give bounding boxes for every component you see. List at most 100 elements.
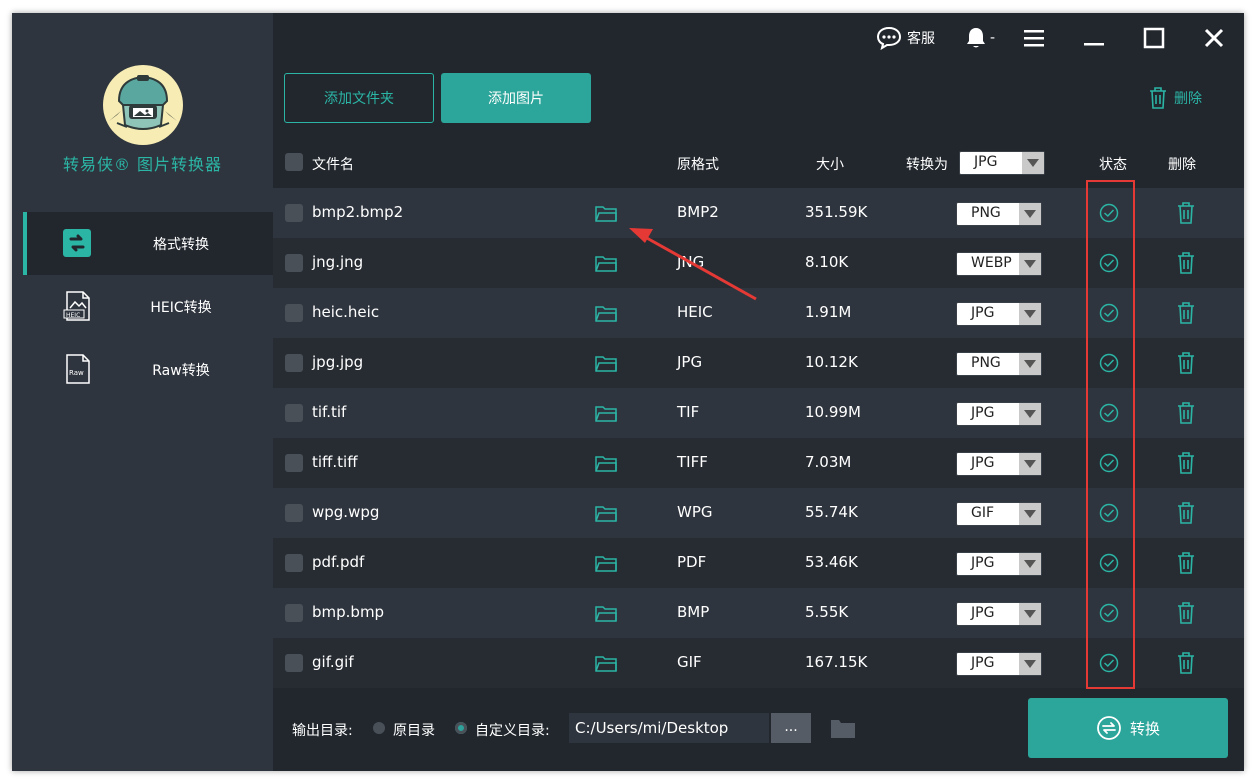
minimize-button[interactable] bbox=[1083, 25, 1105, 51]
user-account-button[interactable]: - bbox=[965, 25, 995, 51]
file-name: pdf.pdf bbox=[312, 553, 365, 571]
trash-icon[interactable] bbox=[1176, 302, 1196, 324]
raw-file-icon: Raw bbox=[66, 354, 90, 384]
radio-custom-dir[interactable] bbox=[455, 722, 467, 734]
convert-all-format-select[interactable]: JPG bbox=[959, 151, 1045, 175]
delete-label: 删除 bbox=[1174, 91, 1202, 107]
trash-icon[interactable] bbox=[1176, 452, 1196, 474]
select-value: JPG bbox=[971, 555, 995, 571]
sidebar: 转易侠® 图片转换器 格式转换 HEIC HEIC转换 Raw Raw转换 bbox=[12, 13, 273, 771]
trash-icon[interactable] bbox=[1176, 252, 1196, 274]
delete-all-button[interactable]: 删除 bbox=[1148, 85, 1202, 111]
svg-text:Raw: Raw bbox=[69, 369, 84, 377]
file-name: jng.jng bbox=[312, 253, 364, 271]
browse-button[interactable]: ... bbox=[771, 713, 811, 743]
select-all-checkbox[interactable] bbox=[285, 153, 303, 171]
trash-icon[interactable] bbox=[1176, 552, 1196, 574]
sidebar-item-label: 格式转换 bbox=[153, 237, 209, 253]
target-format-select[interactable]: JPG bbox=[956, 402, 1042, 426]
target-format-select[interactable]: GIF bbox=[956, 502, 1042, 526]
convert-button[interactable]: 转换 bbox=[1028, 698, 1228, 758]
menu-button[interactable] bbox=[1023, 25, 1045, 51]
sidebar-item-label: HEIC转换 bbox=[150, 300, 212, 316]
trash-icon[interactable] bbox=[1176, 502, 1196, 524]
toolbar: 添加文件夹 添加图片 删除 bbox=[273, 63, 1244, 136]
file-size: 53.46K bbox=[805, 553, 858, 571]
maximize-button[interactable] bbox=[1143, 25, 1165, 51]
trash-icon[interactable] bbox=[1176, 352, 1196, 374]
convert-arrows-icon bbox=[1097, 716, 1121, 740]
folder-icon[interactable] bbox=[595, 255, 617, 273]
chevron-down-icon bbox=[1019, 653, 1041, 675]
radio-original-dir[interactable] bbox=[373, 722, 385, 734]
support-label: 客服 bbox=[907, 31, 935, 47]
folder-icon[interactable] bbox=[595, 505, 617, 523]
row-checkbox[interactable] bbox=[285, 654, 303, 672]
file-name: tif.tif bbox=[312, 403, 347, 421]
sidebar-item-raw-convert[interactable]: Raw Raw转换 bbox=[23, 338, 273, 401]
trash-icon[interactable] bbox=[1176, 602, 1196, 624]
row-checkbox[interactable] bbox=[285, 204, 303, 222]
row-checkbox[interactable] bbox=[285, 454, 303, 472]
row-checkbox[interactable] bbox=[285, 554, 303, 572]
target-format-select[interactable]: JPG bbox=[956, 652, 1042, 676]
output-path-value: C:/Users/mi/Desktop bbox=[575, 719, 729, 737]
row-checkbox[interactable] bbox=[285, 504, 303, 522]
folder-icon[interactable] bbox=[595, 605, 617, 623]
folder-icon[interactable] bbox=[595, 205, 617, 223]
file-format: JNG bbox=[677, 253, 705, 271]
minimize-icon bbox=[1084, 43, 1104, 46]
folder-icon[interactable] bbox=[595, 655, 617, 673]
open-folder-icon[interactable] bbox=[829, 716, 857, 740]
row-checkbox[interactable] bbox=[285, 304, 303, 322]
target-format-select[interactable]: JPG bbox=[956, 452, 1042, 476]
sidebar-item-heic-convert[interactable]: HEIC HEIC转换 bbox=[23, 275, 273, 338]
trash-icon[interactable] bbox=[1176, 402, 1196, 424]
file-format: PDF bbox=[677, 553, 707, 571]
row-checkbox[interactable] bbox=[285, 254, 303, 272]
folder-icon[interactable] bbox=[595, 355, 617, 373]
target-format-select[interactable]: JPG bbox=[956, 552, 1042, 576]
file-name: tiff.tiff bbox=[312, 453, 358, 471]
row-checkbox[interactable] bbox=[285, 604, 303, 622]
trash-icon bbox=[1150, 87, 1166, 109]
file-size: 7.03M bbox=[805, 453, 852, 471]
add-image-button[interactable]: 添加图片 bbox=[441, 73, 591, 123]
trash-icon[interactable] bbox=[1176, 652, 1196, 674]
file-name: bmp2.bmp2 bbox=[312, 203, 404, 221]
column-header-delete: 删除 bbox=[1168, 157, 1196, 173]
file-format: TIFF bbox=[677, 453, 708, 471]
target-format-select[interactable]: PNG bbox=[956, 202, 1042, 226]
column-header-size: 大小 bbox=[816, 157, 844, 173]
chevron-down-icon bbox=[1019, 503, 1041, 525]
user-bell-icon bbox=[967, 28, 985, 48]
folder-icon[interactable] bbox=[595, 405, 617, 423]
main-panel: 客服 - 添加文件夹 添加图片 删除 文件名 原格式 大小 转换为 JPG 状态… bbox=[273, 13, 1244, 771]
heic-file-icon: HEIC bbox=[63, 291, 90, 321]
row-checkbox[interactable] bbox=[285, 404, 303, 422]
target-format-select[interactable]: JPG bbox=[956, 602, 1042, 626]
target-format-select[interactable]: PNG bbox=[956, 352, 1042, 376]
trash-icon[interactable] bbox=[1176, 202, 1196, 224]
file-format: WPG bbox=[677, 503, 713, 521]
file-size: 1.91M bbox=[805, 303, 852, 321]
output-path-input[interactable]: C:/Users/mi/Desktop bbox=[569, 713, 769, 743]
file-size: 351.59K bbox=[805, 203, 868, 221]
close-button[interactable] bbox=[1203, 25, 1225, 51]
folder-icon[interactable] bbox=[595, 555, 617, 573]
chevron-down-icon bbox=[1019, 353, 1041, 375]
support-button[interactable]: 客服 bbox=[876, 25, 935, 51]
folder-icon[interactable] bbox=[595, 455, 617, 473]
maximize-icon bbox=[1143, 27, 1165, 49]
file-size: 5.55K bbox=[805, 603, 849, 621]
target-format-select[interactable]: WEBP bbox=[956, 252, 1042, 276]
select-value: JPG bbox=[971, 455, 995, 471]
sidebar-item-label: Raw转换 bbox=[152, 363, 210, 379]
add-folder-button[interactable]: 添加文件夹 bbox=[284, 73, 434, 123]
file-name: bmp.bmp bbox=[312, 603, 385, 621]
target-format-select[interactable]: JPG bbox=[956, 302, 1042, 326]
sidebar-item-format-convert[interactable]: 格式转换 bbox=[23, 212, 273, 275]
row-checkbox[interactable] bbox=[285, 354, 303, 372]
folder-icon[interactable] bbox=[595, 305, 617, 323]
chevron-down-icon bbox=[1019, 303, 1041, 325]
